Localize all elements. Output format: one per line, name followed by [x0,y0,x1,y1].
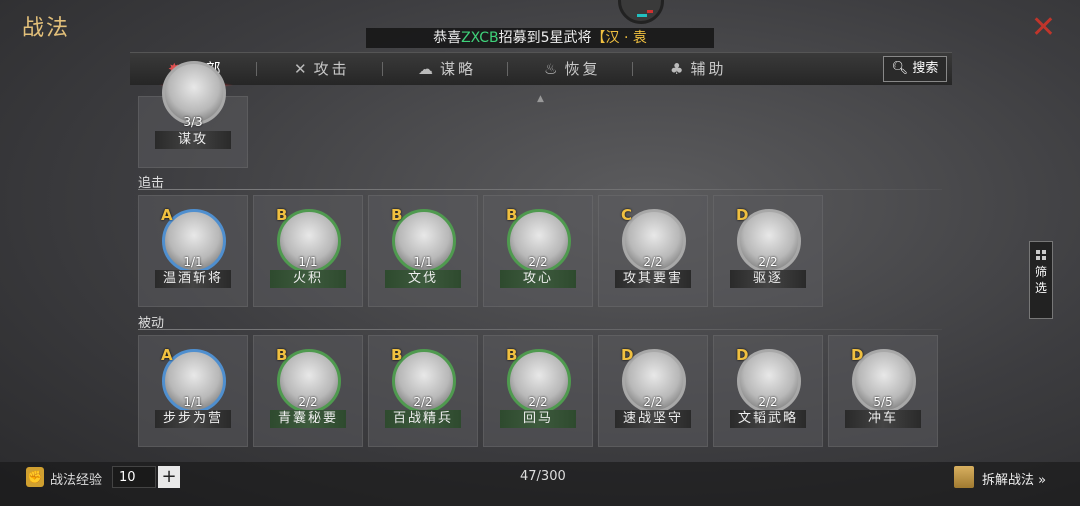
tab-assist[interactable]: ♣ 辅助 [670,53,726,85]
tab-strategy[interactable]: ☁ 谋略 [418,53,476,85]
skill-count-total: 47/300 [520,469,566,484]
skill-card-pursuit-4[interactable]: B 2/2 攻心 [483,195,593,307]
section-divider [138,189,942,190]
skill-count: 2/2 [298,395,318,409]
tab-attack[interactable]: ✕ 攻击 [294,53,350,85]
skill-count: 2/2 [758,255,778,269]
skill-count: 2/2 [413,395,433,409]
filter-label: 筛选 [1034,265,1047,295]
skill-name: 火积 [270,270,346,288]
skill-name: 温酒斩将 [155,270,231,288]
announcement-banner: 恭喜ZXCB招募到5星武将【汉 · 袁 [366,28,714,48]
skill-grade: A [161,346,173,364]
grid-icon [1036,250,1046,260]
search-button[interactable]: 🔍︎ 搜索 [883,56,947,82]
search-icon: 🔍︎ [891,61,909,76]
announcement-prefix: 恭喜 [433,30,462,46]
skill-name: 步步为营 [155,410,231,428]
announcement-general: 【汉 · 袁 [591,30,647,46]
skill-grade: A [161,206,173,224]
tab-recover[interactable]: ♨ 恢复 [544,53,600,85]
filter-button[interactable]: 筛选 [1029,241,1053,319]
skill-name: 谋攻 [155,131,231,149]
scroll-icon: ☁ [418,60,436,78]
announcement-player: ZXCB [461,30,499,46]
scroll-up-indicator-icon: ▲ [537,94,544,104]
top-gadget-icon [618,0,664,24]
skill-count: 5/5 [873,395,893,409]
skill-card-pursuit-6[interactable]: D 2/2 驱逐 [713,195,823,307]
skill-name: 攻心 [500,270,576,288]
skill-count: 1/1 [183,395,203,409]
skill-name: 文韬武略 [730,410,806,428]
tab-strategy-label: 谋略 [440,60,477,78]
skill-grade: D [736,206,749,224]
search-label: 搜索 [912,61,939,76]
skill-name: 青囊秘要 [270,410,346,428]
skill-name: 冲车 [845,410,921,428]
skill-grade: B [276,346,288,364]
skill-grade: B [506,346,518,364]
skill-card-pursuit-1[interactable]: A 1/1 温酒斩将 [138,195,248,307]
skill-count: 2/2 [528,395,548,409]
skill-count: 2/2 [528,255,548,269]
fist-icon: ✊ [26,467,44,487]
section-divider [138,329,942,330]
skill-card-passive-1[interactable]: A 1/1 步步为营 [138,335,248,447]
skill-card-passive-7[interactable]: D 5/5 冲车 [828,335,938,447]
skill-grade: B [276,206,288,224]
exp-value: 10 [112,466,156,488]
skill-count: 2/2 [758,395,778,409]
skill-count: 1/1 [298,255,318,269]
skill-grade: B [391,346,403,364]
skill-name: 回马 [500,410,576,428]
crossed-swords-icon: ✕ [294,60,310,78]
tab-assist-label: 辅助 [690,60,727,78]
add-exp-button[interactable]: + [158,466,180,488]
dismantle-icon [954,466,974,488]
pot-icon: ♨ [544,60,561,78]
skill-name: 驱逐 [730,270,806,288]
tab-recover-label: 恢复 [564,60,601,78]
tab-attack-label: 攻击 [313,60,350,78]
skill-name: 攻其要害 [615,270,691,288]
skill-count: 3/3 [183,115,203,129]
skill-grade: D [736,346,749,364]
skill-card-pursuit-3[interactable]: B 1/1 文伐 [368,195,478,307]
skill-count: 1/1 [413,255,433,269]
close-icon: ✕ [1030,10,1056,45]
skill-card-passive-6[interactable]: D 2/2 文韬武略 [713,335,823,447]
skill-count: 2/2 [643,395,663,409]
page-title: 战法 [22,16,71,41]
skill-card-passive-5[interactable]: D 2/2 速战坚守 [598,335,708,447]
skill-grade: B [506,206,518,224]
skill-card-passive-4[interactable]: B 2/2 回马 [483,335,593,447]
dismantle-button[interactable]: 拆解战法 » [982,469,1046,488]
skill-count: 1/1 [183,255,203,269]
skill-card-pursuit-5[interactable]: C 2/2 攻其要害 [598,195,708,307]
close-button[interactable]: ✕ [1031,10,1056,45]
skill-grade: C [621,206,633,224]
skill-count: 2/2 [643,255,663,269]
category-tab-bar: ✸全部 ✕攻击 ☁谋略 ♨恢复 ♣辅助 🔍︎ 搜索 [130,52,952,88]
skill-name: 百战精兵 [385,410,461,428]
exp-label: 战法经验 [50,473,103,488]
skill-card-passive-3[interactable]: B 2/2 百战精兵 [368,335,478,447]
announcement-middle: 招募到5星武将 [498,30,592,46]
bag-icon: ♣ [670,60,687,78]
skill-name: 文伐 [385,270,461,288]
skill-grade: D [621,346,634,364]
skill-grade: D [851,346,864,364]
skill-card-pursuit-2[interactable]: B 1/1 火积 [253,195,363,307]
skill-card-top-1[interactable]: 3/3 谋攻 [138,61,248,168]
skill-card-passive-2[interactable]: B 2/2 青囊秘要 [253,335,363,447]
skill-grade: B [391,206,403,224]
skill-name: 速战坚守 [615,410,691,428]
